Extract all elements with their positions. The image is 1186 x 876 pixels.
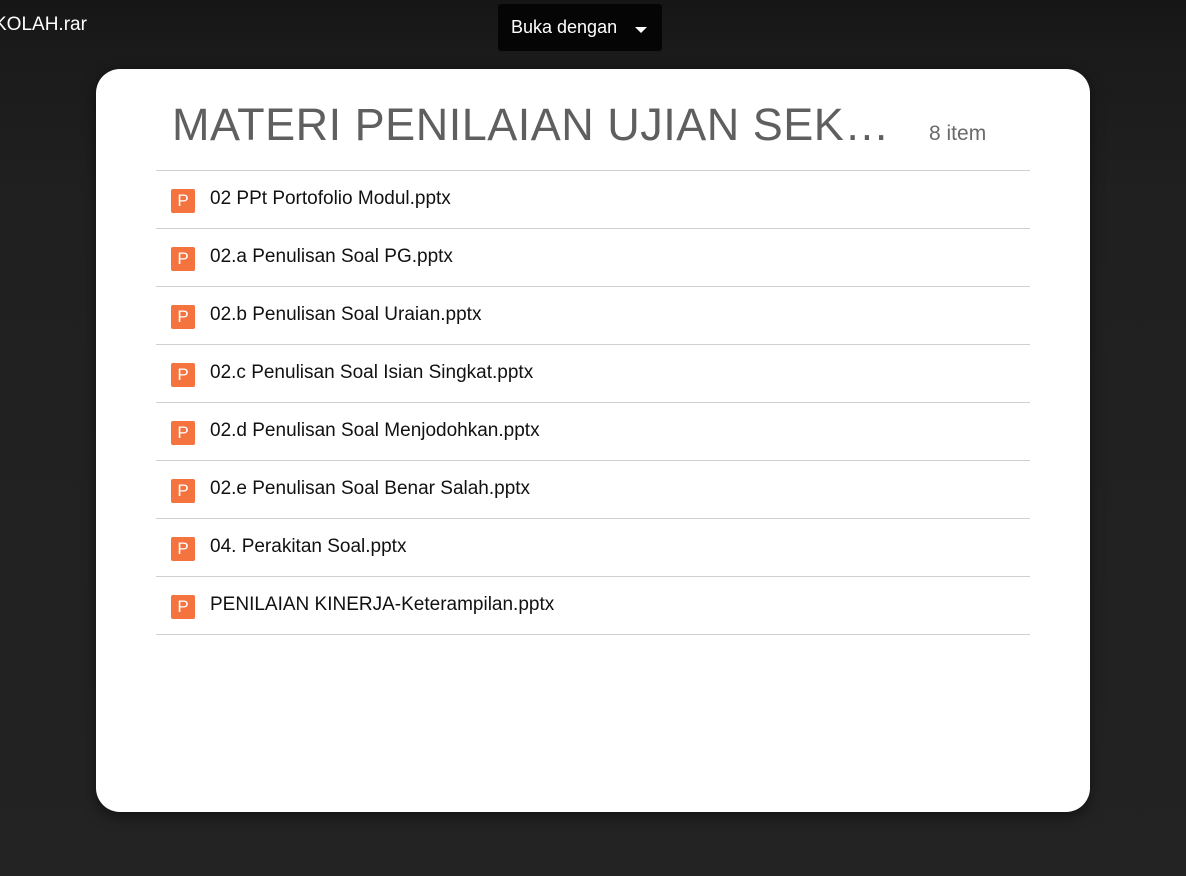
file-name: 02.c Penulisan Soal Isian Singkat.pptx <box>210 362 534 383</box>
archive-preview-card: MATERI PENILAIAN UJIAN SEKOLAH 8 item P … <box>96 69 1090 812</box>
open-with-button[interactable]: Buka dengan <box>498 4 662 51</box>
folder-title: MATERI PENILAIAN UJIAN SEKOLAH <box>172 99 912 150</box>
folder-header: MATERI PENILAIAN UJIAN SEKOLAH 8 item <box>156 69 1030 171</box>
file-name: 04. Perakitan Soal.pptx <box>210 536 407 557</box>
powerpoint-icon: P <box>171 305 195 329</box>
powerpoint-icon: P <box>171 479 195 503</box>
file-name: 02.e Penulisan Soal Benar Salah.pptx <box>210 478 531 499</box>
item-count: 8 item <box>929 122 987 145</box>
file-row[interactable]: P 02.c Penulisan Soal Isian Singkat.pptx <box>156 345 1030 403</box>
file-name: 02.b Penulisan Soal Uraian.pptx <box>210 304 482 325</box>
file-row[interactable]: P 02.b Penulisan Soal Uraian.pptx <box>156 287 1030 345</box>
file-row[interactable]: P PENILAIAN KINERJA-Keterampilan.pptx <box>156 577 1030 635</box>
file-row[interactable]: P 02.e Penulisan Soal Benar Salah.pptx <box>156 461 1030 519</box>
caret-down-icon <box>635 27 647 33</box>
file-row[interactable]: P 02 PPt Portofolio Modul.pptx <box>156 171 1030 229</box>
archive-filename: KOLAH.rar <box>0 14 87 35</box>
file-name: 02.d Penulisan Soal Menjodohkan.pptx <box>210 420 540 441</box>
powerpoint-icon: P <box>171 595 195 619</box>
file-row[interactable]: P 04. Perakitan Soal.pptx <box>156 519 1030 577</box>
file-name: 02 PPt Portofolio Modul.pptx <box>210 188 451 209</box>
file-row[interactable]: P 02.a Penulisan Soal PG.pptx <box>156 229 1030 287</box>
top-bar: KOLAH.rar Buka dengan <box>0 0 1186 56</box>
powerpoint-icon: P <box>171 363 195 387</box>
powerpoint-icon: P <box>171 247 195 271</box>
open-with-label: Buka dengan <box>511 17 618 37</box>
file-list: P 02 PPt Portofolio Modul.pptx P 02.a Pe… <box>156 171 1030 635</box>
file-name: 02.a Penulisan Soal PG.pptx <box>210 246 453 267</box>
powerpoint-icon: P <box>171 421 195 445</box>
powerpoint-icon: P <box>171 189 195 213</box>
powerpoint-icon: P <box>171 537 195 561</box>
file-row[interactable]: P 02.d Penulisan Soal Menjodohkan.pptx <box>156 403 1030 461</box>
file-name: PENILAIAN KINERJA-Keterampilan.pptx <box>210 594 555 615</box>
